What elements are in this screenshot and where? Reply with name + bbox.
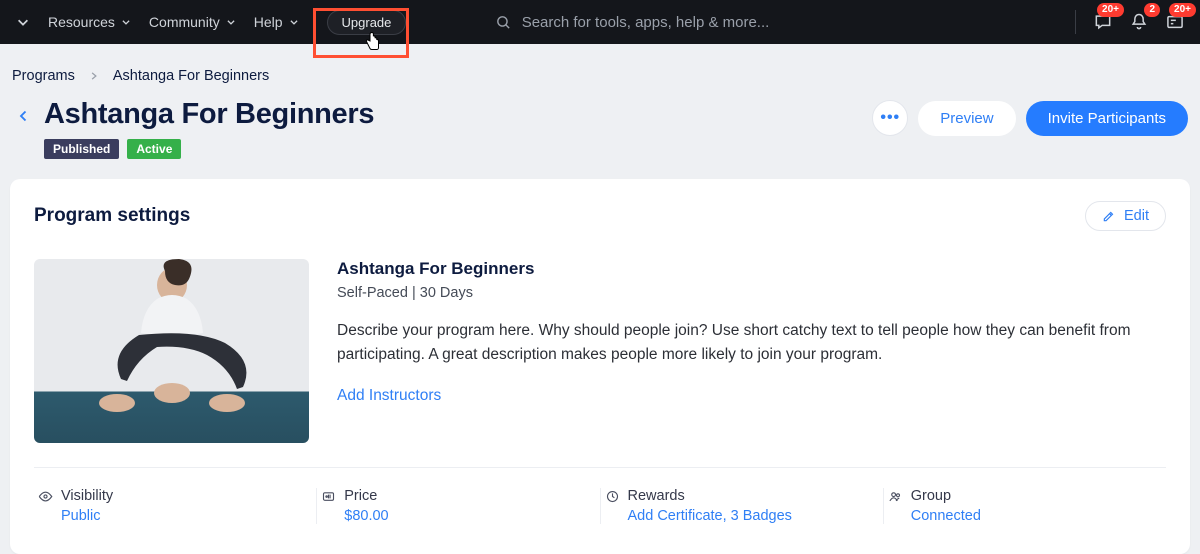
topbar: Resources Community Help Upgrade Search … — [0, 0, 1200, 44]
breadcrumb-current: Ashtanga For Beginners — [113, 68, 269, 84]
dots-icon: ••• — [880, 109, 900, 127]
search-placeholder: Search for tools, apps, help & more... — [522, 14, 770, 31]
price-tag-icon — [321, 489, 336, 504]
card-badge: 20+ — [1169, 3, 1196, 17]
upgrade-wrapper: Upgrade — [327, 10, 407, 35]
app-menu-toggle[interactable] — [10, 9, 36, 35]
notifications-button[interactable]: 2 — [1124, 7, 1154, 37]
upgrade-button[interactable]: Upgrade — [327, 10, 407, 35]
stat-price: Price $80.00 — [317, 488, 600, 524]
stat-label: Group — [911, 488, 951, 504]
chat-button[interactable]: 20+ — [1088, 7, 1118, 37]
chevron-left-icon — [18, 110, 30, 122]
invite-button[interactable]: Invite Participants — [1026, 101, 1188, 136]
stat-value-group[interactable]: Connected — [911, 508, 1166, 524]
add-instructors-link[interactable]: Add Instructors — [337, 387, 441, 404]
stat-rewards: Rewards Add Certificate, 3 Badges — [601, 488, 884, 524]
rewards-icon — [605, 489, 620, 504]
divider — [34, 467, 1166, 468]
status-active: Active — [127, 139, 181, 159]
title-stack: Ashtanga For Beginners Published Active — [44, 98, 872, 159]
stat-label: Price — [344, 488, 377, 504]
bell-badge: 2 — [1144, 3, 1160, 17]
nav-help[interactable]: Help — [254, 14, 299, 30]
status-published: Published — [44, 139, 119, 159]
stat-value-price[interactable]: $80.00 — [344, 508, 599, 524]
nav-resources[interactable]: Resources — [48, 14, 131, 30]
eye-icon — [38, 489, 53, 504]
yoga-figure-icon — [67, 259, 277, 427]
nav-label: Resources — [48, 14, 115, 30]
stat-visibility: Visibility Public — [34, 488, 317, 524]
nav-community[interactable]: Community — [149, 14, 236, 30]
edit-button[interactable]: Edit — [1085, 201, 1166, 231]
edit-label: Edit — [1124, 208, 1149, 224]
program-meta: Self-Paced | 30 Days — [337, 285, 1166, 301]
breadcrumb: Programs Ashtanga For Beginners — [0, 44, 1200, 98]
pencil-icon — [1102, 209, 1116, 223]
search-icon — [495, 14, 512, 31]
program-row: Ashtanga For Beginners Self-Paced | 30 D… — [34, 259, 1166, 443]
title-row: Ashtanga For Beginners Published Active … — [0, 98, 1200, 179]
program-thumbnail — [34, 259, 309, 443]
chevron-down-icon — [121, 14, 131, 30]
breadcrumb-root[interactable]: Programs — [12, 68, 75, 84]
program-settings-card: Program settings Edit Ashtanga For Begin… — [10, 179, 1190, 554]
card-header: Program settings Edit — [34, 201, 1166, 231]
card-title: Program settings — [34, 205, 190, 227]
nav-label: Community — [149, 14, 220, 30]
chevron-down-icon — [289, 14, 299, 30]
preview-button[interactable]: Preview — [918, 101, 1015, 136]
program-name: Ashtanga For Beginners — [337, 259, 1166, 279]
chevron-down-icon — [226, 14, 236, 30]
search-wrap: Search for tools, apps, help & more... — [406, 14, 1063, 31]
more-button[interactable]: ••• — [872, 100, 908, 136]
program-info: Ashtanga For Beginners Self-Paced | 30 D… — [337, 259, 1166, 443]
stats-row: Visibility Public Price $80.00 Rewards A… — [34, 488, 1166, 524]
stat-label: Visibility — [61, 488, 113, 504]
stat-value-visibility[interactable]: Public — [61, 508, 316, 524]
back-button[interactable] — [12, 104, 36, 128]
chat-badge: 20+ — [1097, 3, 1124, 17]
group-icon — [888, 489, 903, 504]
page-title: Ashtanga For Beginners — [44, 98, 872, 131]
account-button[interactable]: 20+ — [1160, 7, 1190, 37]
nav-menu: Resources Community Help Upgrade — [48, 10, 406, 35]
separator — [1075, 10, 1076, 34]
nav-label: Help — [254, 14, 283, 30]
title-actions: ••• Preview Invite Participants — [872, 100, 1188, 136]
stat-group: Group Connected — [884, 488, 1166, 524]
program-description: Describe your program here. Why should p… — [337, 319, 1157, 367]
status-pills: Published Active — [44, 139, 872, 159]
chevron-right-icon — [89, 71, 99, 81]
chevron-down-icon — [16, 15, 30, 29]
stat-label: Rewards — [628, 488, 685, 504]
stat-value-rewards[interactable]: Add Certificate, 3 Badges — [628, 508, 883, 524]
search-input[interactable]: Search for tools, apps, help & more... — [495, 14, 975, 31]
